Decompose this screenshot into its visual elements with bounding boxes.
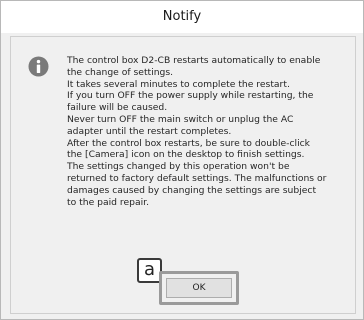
dialog-message: The control box D2-CB restarts automatic… <box>67 55 327 208</box>
notify-dialog: Notify The control box D2-CB restarts au… <box>0 0 364 320</box>
dialog-title: Notify <box>1 1 363 33</box>
ok-button[interactable]: OK <box>166 278 232 298</box>
info-icon <box>28 56 49 77</box>
dialog-content: The control box D2-CB restarts automatic… <box>10 36 356 314</box>
